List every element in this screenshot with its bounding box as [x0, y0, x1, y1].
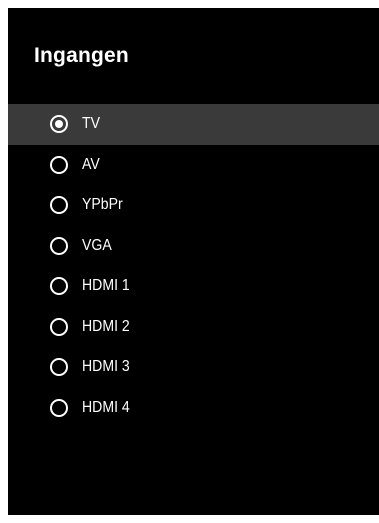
input-option-hdmi-4[interactable]: HDMI 4 — [8, 388, 379, 429]
radio-dot-icon — [55, 120, 63, 129]
input-option-label: AV — [82, 155, 100, 173]
radio-button-icon[interactable] — [50, 277, 68, 296]
radio-button-icon[interactable] — [50, 398, 68, 417]
input-option-label: HDMI 4 — [82, 398, 130, 416]
input-option-tv[interactable]: TV — [8, 104, 379, 145]
input-option-label: TV — [82, 115, 100, 133]
radio-button-icon[interactable] — [50, 155, 68, 174]
input-source-list: TV AV YPbPr VGA HDMI 1 HDMI 2 HDMI 3 HDM… — [8, 104, 379, 428]
input-option-hdmi-1[interactable]: HDMI 1 — [8, 266, 379, 307]
input-option-av[interactable]: AV — [8, 145, 379, 186]
input-option-label: HDMI 1 — [82, 277, 130, 295]
radio-button-icon[interactable] — [50, 317, 68, 336]
input-option-label: YPbPr — [82, 196, 123, 214]
input-option-hdmi-2[interactable]: HDMI 2 — [8, 307, 379, 348]
panel-title: Ingangen — [34, 44, 129, 67]
input-option-label: HDMI 2 — [82, 317, 130, 335]
radio-button-icon[interactable] — [50, 196, 68, 215]
radio-button-icon[interactable] — [50, 115, 68, 134]
input-option-vga[interactable]: VGA — [8, 226, 379, 267]
input-option-ypbpr[interactable]: YPbPr — [8, 185, 379, 226]
input-option-label: VGA — [82, 236, 112, 254]
input-option-label: HDMI 3 — [82, 358, 130, 376]
input-option-hdmi-3[interactable]: HDMI 3 — [8, 347, 379, 388]
inputs-panel: Ingangen TV AV YPbPr VGA HDMI 1 HDMI 2 H — [8, 8, 379, 515]
radio-button-icon[interactable] — [50, 236, 68, 255]
radio-button-icon[interactable] — [50, 358, 68, 377]
